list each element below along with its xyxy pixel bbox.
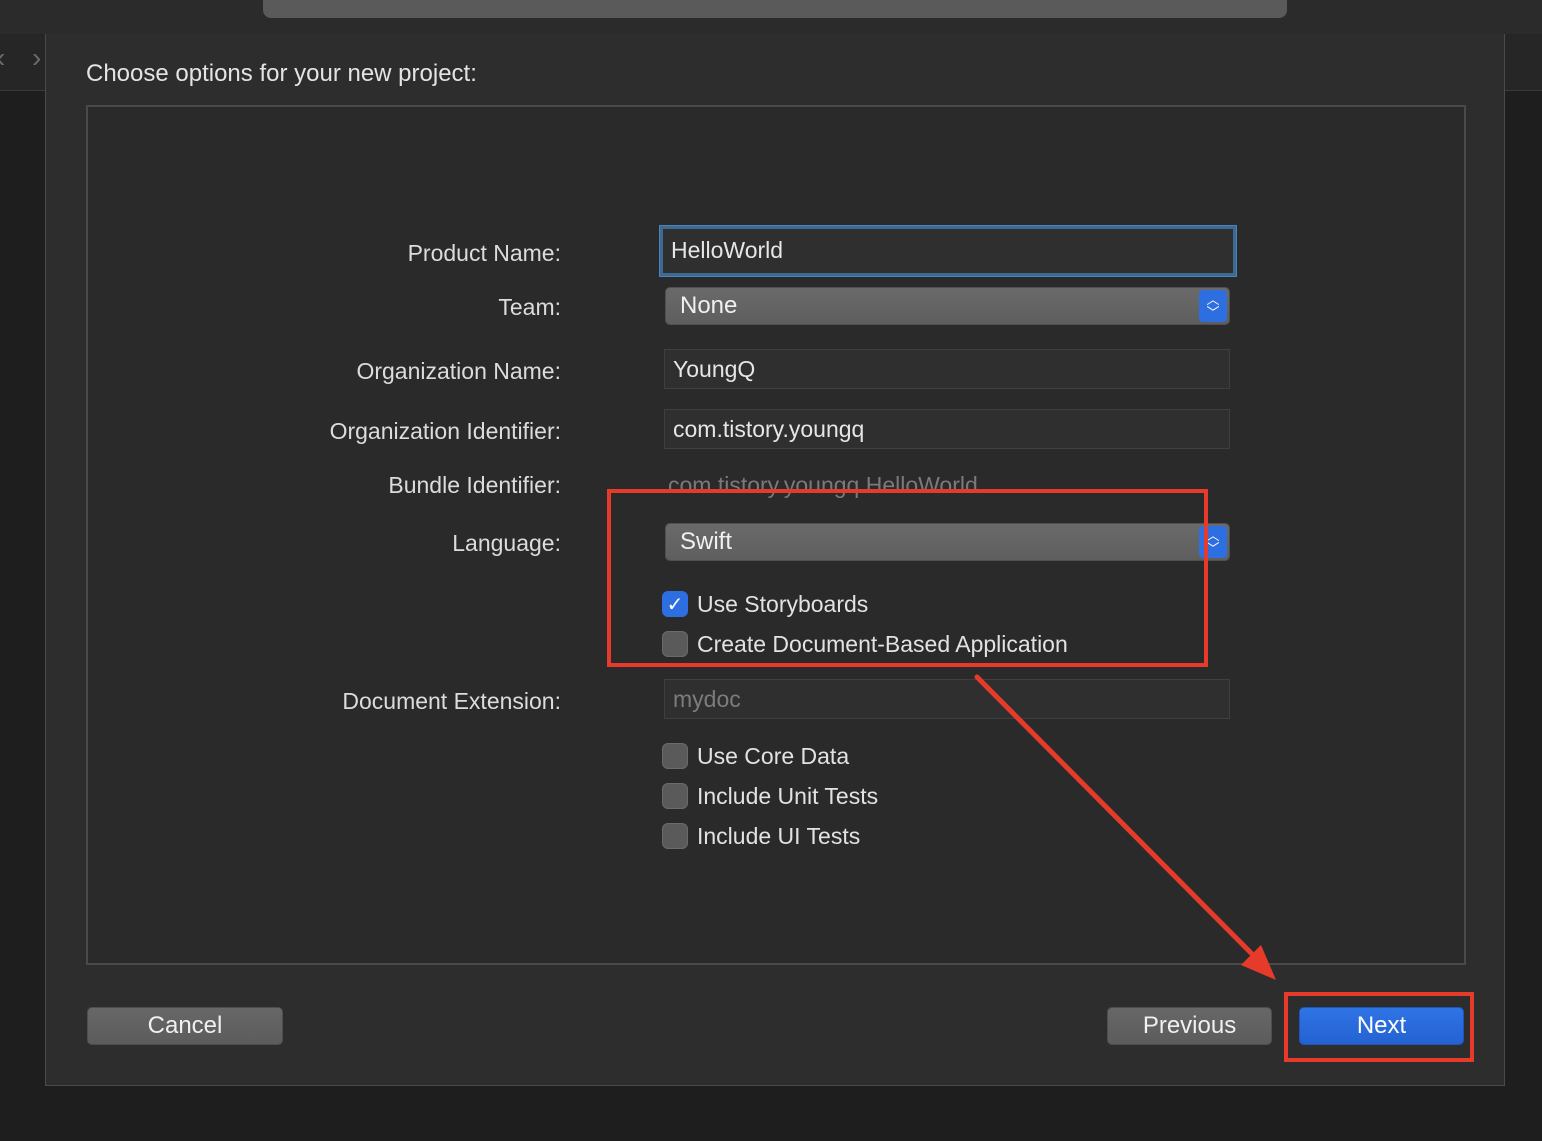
team-label: Team: — [498, 294, 561, 320]
organization-name-field[interactable]: YoungQ — [664, 349, 1230, 389]
organization-name-label: Organization Name: — [356, 358, 561, 384]
product-name-label: Product Name: — [407, 240, 561, 266]
language-label: Language: — [452, 530, 561, 556]
background-navigator-panel — [0, 34, 46, 1141]
organization-identifier-field[interactable]: com.tistory.youngq — [664, 409, 1230, 449]
background-inspector-panel — [1505, 34, 1542, 1141]
cancel-button[interactable]: Cancel — [87, 1007, 283, 1045]
sheet-title: Choose options for your new project: — [86, 60, 477, 87]
forward-arrow-icon[interactable]: › — [32, 44, 41, 72]
use-core-data-label: Use Core Data — [697, 742, 850, 769]
bundle-identifier-label: Bundle Identifier: — [388, 472, 561, 498]
document-extension-label: Document Extension: — [342, 688, 561, 714]
team-popup-value: None — [680, 292, 738, 319]
use-core-data-checkbox[interactable]: Use Core Data — [662, 741, 849, 771]
checkbox-unchecked-icon — [662, 823, 688, 849]
popup-stepper-icon: ︿ ﹀ — [1199, 290, 1227, 322]
inspector-header-strip — [1505, 34, 1542, 91]
document-extension-field[interactable]: mydoc — [664, 679, 1230, 719]
include-ui-tests-label: Include UI Tests — [697, 822, 861, 849]
include-unit-tests-checkbox[interactable]: Include Unit Tests — [662, 781, 878, 811]
toolbar-activity-area — [263, 0, 1287, 18]
team-popup[interactable]: None ︿ ﹀ — [665, 287, 1230, 325]
checkbox-unchecked-icon — [662, 783, 688, 809]
back-arrow-icon[interactable]: ‹ — [0, 44, 5, 72]
annotation-highlight-language-options — [607, 489, 1208, 667]
product-name-field[interactable]: HelloWorld — [660, 226, 1236, 276]
organization-identifier-label: Organization Identifier: — [329, 418, 561, 444]
window-title-bar — [0, 0, 1542, 34]
include-unit-tests-label: Include Unit Tests — [697, 782, 879, 809]
checkbox-unchecked-icon — [662, 743, 688, 769]
include-ui-tests-checkbox[interactable]: Include UI Tests — [662, 821, 860, 851]
previous-button[interactable]: Previous — [1107, 1007, 1272, 1045]
annotation-highlight-next-button — [1284, 992, 1474, 1062]
